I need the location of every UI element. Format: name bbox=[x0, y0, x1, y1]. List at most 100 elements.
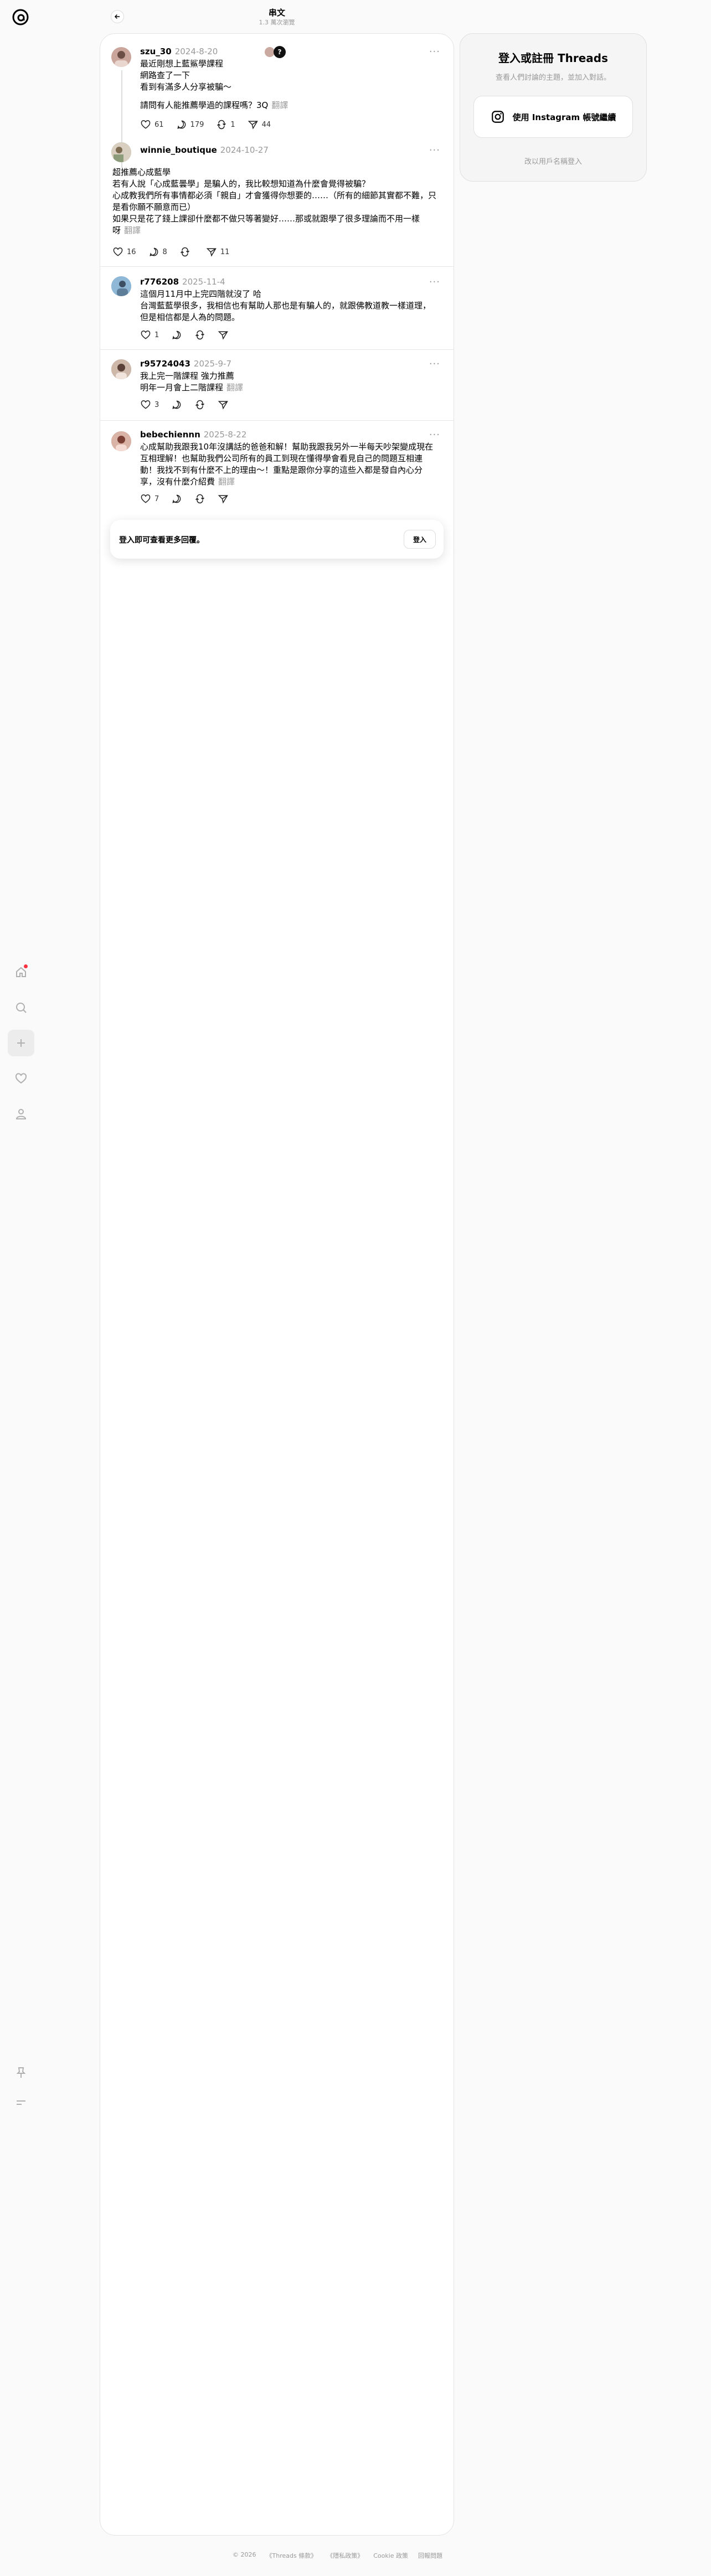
like-button[interactable]: 16 bbox=[112, 246, 136, 257]
post-date: 2024-10-27 bbox=[220, 145, 269, 155]
comment-icon bbox=[177, 120, 186, 129]
heart-icon bbox=[141, 400, 151, 409]
instagram-login-button[interactable]: 使用 Instagram 帳號繼續 bbox=[473, 96, 633, 138]
reply-button[interactable]: 8 bbox=[148, 246, 167, 257]
translate-link[interactable]: 翻譯 bbox=[226, 383, 243, 393]
like-button[interactable]: 61 bbox=[140, 119, 164, 130]
avatar[interactable] bbox=[111, 142, 131, 162]
post-header-row: r95724043 2025-9-7 bbox=[140, 358, 437, 369]
more-options-icon[interactable]: ··· bbox=[429, 429, 440, 441]
username[interactable]: r95724043 bbox=[140, 359, 190, 369]
username[interactable]: winnie_boutique bbox=[140, 145, 217, 155]
divider bbox=[100, 349, 454, 350]
pin-icon[interactable] bbox=[8, 2059, 34, 2086]
post-header-row: winnie_boutique 2024-10-27 bbox=[140, 144, 269, 155]
post-header-row: bebechiennn 2025-8-22 bbox=[140, 429, 437, 440]
more-options-icon[interactable]: ··· bbox=[429, 358, 440, 370]
share-button[interactable] bbox=[218, 399, 229, 410]
heart-icon bbox=[141, 494, 151, 503]
username[interactable]: bebechiennn bbox=[140, 430, 200, 440]
like-button[interactable]: 3 bbox=[140, 399, 159, 410]
post-body: 超推薦心成藍學 若有人說「心成藍曇學」是騙人的，我比較想知道為什麼會覺得被騙？ … bbox=[112, 167, 437, 235]
view-count: 1.3 萬次瀏覽 bbox=[259, 19, 295, 26]
heart-icon bbox=[113, 247, 123, 256]
repost-button[interactable] bbox=[194, 493, 205, 504]
post-date: 2025-8-22 bbox=[203, 430, 247, 440]
divider bbox=[100, 420, 454, 421]
avatar[interactable] bbox=[111, 431, 131, 451]
comment-icon bbox=[149, 247, 158, 256]
comment-icon bbox=[172, 494, 181, 503]
post-body: 我上完一階課程 強力推薦 明年一月會上二階課程 翻譯 bbox=[140, 371, 244, 393]
post-actions: 3 bbox=[140, 399, 229, 410]
profile-icon[interactable] bbox=[8, 1101, 34, 1127]
login-prompt-text: 登入即可查看更多回覆。 bbox=[119, 536, 204, 545]
divider bbox=[100, 266, 454, 267]
share-button[interactable] bbox=[218, 329, 229, 340]
post-header-row: szu_30 2024-8-20 bbox=[140, 46, 437, 56]
plus-icon[interactable] bbox=[8, 1030, 34, 1056]
more-options-icon[interactable]: ··· bbox=[429, 276, 440, 288]
repost-button[interactable] bbox=[179, 246, 194, 257]
reply-button[interactable] bbox=[171, 329, 182, 340]
instagram-icon bbox=[491, 111, 504, 123]
repost-button[interactable] bbox=[194, 329, 205, 340]
heart-icon[interactable] bbox=[8, 1065, 34, 1092]
post-body: 心成幫助我跟我10年沒講話的爸爸和解！幫助我跟我另外一半每天吵架變成現在互相理解… bbox=[140, 442, 434, 487]
repost-icon bbox=[195, 494, 205, 504]
post-body: 這個月11月中上完四階就沒了 哈 台灣藍藍學很多，我相信也有幫助人那也是有騙人的… bbox=[140, 289, 431, 322]
repost-button[interactable]: 1 bbox=[216, 119, 235, 130]
translate-link[interactable]: 翻譯 bbox=[218, 477, 235, 487]
username[interactable]: r776208 bbox=[140, 277, 179, 287]
copyright: © 2026 bbox=[233, 2551, 256, 2558]
share-button[interactable]: 11 bbox=[206, 246, 229, 257]
share-icon bbox=[248, 121, 258, 130]
post-date: 2025-11-4 bbox=[182, 277, 225, 287]
reply-button[interactable] bbox=[171, 493, 182, 504]
post-date: 2024-8-20 bbox=[174, 47, 218, 56]
avatar[interactable] bbox=[111, 359, 131, 379]
comment-icon bbox=[172, 331, 181, 339]
repost-icon bbox=[180, 247, 189, 257]
translate-link[interactable]: 翻譯 bbox=[124, 225, 141, 235]
post-header: 串文 1.3 萬次瀏覽 bbox=[100, 0, 454, 33]
share-icon bbox=[218, 495, 229, 504]
home-icon[interactable] bbox=[8, 959, 34, 985]
share-button[interactable] bbox=[218, 493, 229, 504]
more-options-icon[interactable]: ··· bbox=[429, 144, 440, 156]
post-header-row: r776208 2025-11-4 bbox=[140, 276, 437, 287]
panel-title: 登入或註冊 Threads bbox=[498, 51, 608, 65]
share-button[interactable]: 44 bbox=[248, 119, 271, 130]
login-prompt-banner: 登入即可查看更多回覆。 登入 bbox=[110, 520, 444, 559]
post-actions: 7 bbox=[140, 493, 229, 504]
avatar[interactable] bbox=[111, 276, 131, 296]
repost-button[interactable] bbox=[194, 399, 205, 410]
post-actions: 16 8 11 bbox=[112, 246, 229, 257]
threads-logo-icon[interactable] bbox=[11, 8, 30, 27]
menu-icon[interactable] bbox=[8, 2089, 34, 2116]
heart-icon bbox=[141, 120, 151, 129]
login-button[interactable]: 登入 bbox=[403, 530, 436, 549]
cookie-link[interactable]: Cookie 政策 bbox=[373, 2551, 408, 2560]
panel-subtitle: 查看人們討論的主題，並加入對話。 bbox=[495, 74, 611, 82]
privacy-link[interactable]: 《隱私政策》 bbox=[327, 2551, 363, 2560]
search-icon[interactable] bbox=[8, 994, 34, 1021]
report-link[interactable]: 回報問題 bbox=[418, 2551, 442, 2560]
notification-dot bbox=[24, 964, 28, 968]
reply-button[interactable]: 179 bbox=[176, 119, 204, 130]
heart-icon bbox=[141, 331, 151, 339]
like-button[interactable]: 1 bbox=[140, 329, 159, 340]
share-icon bbox=[206, 248, 217, 257]
thread-feed: ? szu_30 2024-8-20 ··· 最近剛想上藍鯊學課程 網路查了一下 … bbox=[100, 33, 454, 2536]
username-login-link[interactable]: 改以用戶名稱登入 bbox=[460, 156, 646, 166]
username[interactable]: szu_30 bbox=[140, 47, 172, 56]
avatar[interactable] bbox=[111, 47, 131, 67]
post-actions: 61 179 1 44 bbox=[140, 119, 271, 130]
page-title: 串文 bbox=[268, 8, 285, 18]
like-button[interactable]: 7 bbox=[140, 493, 159, 504]
footer: © 2026 《Threads 條款》 《隱私政策》 Cookie 政策 回報問… bbox=[233, 2551, 442, 2560]
terms-link[interactable]: 《Threads 條款》 bbox=[266, 2551, 317, 2560]
translate-link[interactable]: 翻譯 bbox=[271, 100, 288, 110]
reply-button[interactable] bbox=[171, 399, 182, 410]
more-options-icon[interactable]: ··· bbox=[429, 46, 440, 58]
